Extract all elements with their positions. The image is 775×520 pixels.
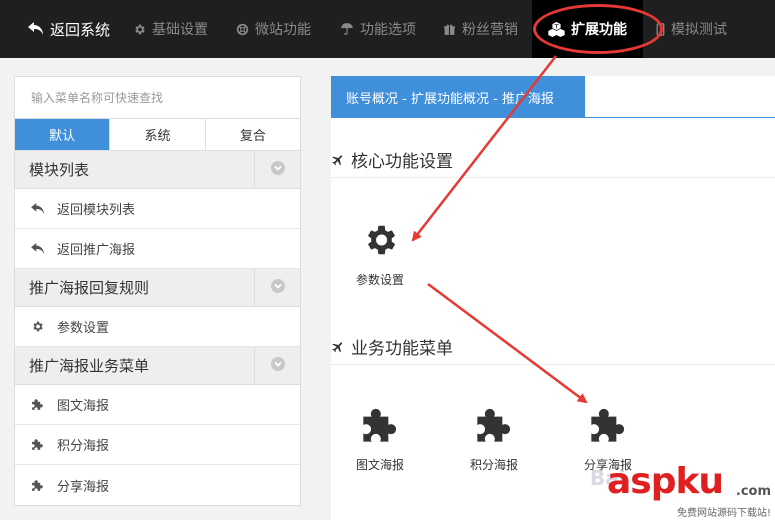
nav-label: 基础设置 [152,22,208,38]
phone-icon [656,22,665,36]
tile-points-poster[interactable]: 积分海报 [449,402,539,473]
tab-composite[interactable]: 复合 [206,119,300,150]
sidebar: 默认 系统 复合 模块列表 返回模块列表 返回推广海报 推广海报回复规则 [14,76,301,506]
chevron-down-icon [270,160,285,179]
nav-label: 扩展功能 [571,22,627,38]
gear-icon [31,320,57,333]
chevron-down-icon [270,278,285,297]
menu-item-points-poster[interactable]: 积分海报 [15,425,300,465]
nav-label: 模拟测试 [671,22,727,38]
group-promo-business-menu[interactable]: 推广海报业务菜单 [15,346,300,385]
gift-icon [443,23,456,36]
breadcrumb-bar: 账号概况 - 扩展功能概况 - 推广海报 [331,76,775,118]
puzzle-icon [31,398,57,411]
group-promo-reply-rules[interactable]: 推广海报回复规则 [15,268,300,307]
back-to-system-link[interactable]: 返回系统 [28,0,110,58]
gear-icon [133,23,146,36]
back-to-system-label: 返回系统 [50,20,111,39]
section-title-text: 业务功能菜单 [351,339,453,359]
plane-icon [331,340,345,354]
nav-micro-site[interactable]: 微站功能 [236,0,311,58]
group-toggle[interactable] [254,150,300,189]
cubes-icon [548,21,565,37]
tile-label: 图文海报 [355,458,404,472]
divider [331,177,775,178]
divider [331,364,775,365]
group-title: 推广海报回复规则 [29,279,150,297]
nav-label: 功能选项 [360,22,416,38]
tile-parameter-settings[interactable]: 参数设置 [335,217,425,288]
nav-label: 粉丝营销 [462,22,518,38]
puzzle-icon [360,402,400,448]
menu-item-return-promo-poster[interactable]: 返回推广海报 [15,229,300,269]
watermark-tagline: 免费网站源码下载站! [676,508,771,519]
reply-icon [28,22,44,36]
breadcrumb: 账号概况 - 扩展功能概况 - 推广海报 [331,76,585,118]
menu-item-share-poster[interactable]: 分享海报 [15,465,300,505]
nav-label: 微站功能 [255,22,311,38]
puzzle-icon [31,438,57,451]
menu-item-label: 参数设置 [57,321,110,336]
watermark-brand: aspku [607,461,724,502]
nav-fan-marketing[interactable]: 粉丝营销 [443,0,518,58]
watermark-tld: .com [735,484,771,499]
group-module-list[interactable]: 模块列表 [15,150,300,189]
gear-icon [361,217,399,263]
lifebuoy-icon [236,23,249,36]
site-watermark: aspku .com 免费网站源码下载站! [607,462,775,520]
plane-icon [331,153,345,167]
nav-simulation-test[interactable]: 模拟测试 [656,0,727,58]
nav-extensions[interactable]: 扩展功能 [532,0,643,58]
section-title-text: 核心功能设置 [351,152,453,172]
menu-item-label: 积分海报 [57,439,110,454]
reply-icon [31,202,57,215]
menu-item-label: 分享海报 [57,479,110,495]
main-panel: 账号概况 - 扩展功能概况 - 推广海报 核心功能设置 参数设置 业务功能菜单 … [331,76,775,520]
umbrella-icon [340,22,354,36]
group-toggle[interactable] [254,268,300,307]
menu-search-input[interactable] [31,90,291,105]
menu-item-return-module-list[interactable]: 返回模块列表 [15,189,300,229]
tile-image-text-poster[interactable]: 图文海报 [335,402,425,473]
menu-item-image-text-poster[interactable]: 图文海报 [15,385,300,425]
puzzle-icon [31,479,57,492]
menu-item-parameter-settings[interactable]: 参数设置 [15,307,300,347]
biz-section-title: 业务功能菜单 [331,334,453,359]
menu-item-label: 图文海报 [57,399,110,414]
nav-basic-settings[interactable]: 基础设置 [133,0,208,58]
tab-system[interactable]: 系统 [110,119,206,150]
menu-search-box [15,77,300,119]
nav-function-options[interactable]: 功能选项 [340,0,416,58]
tab-default[interactable]: 默认 [15,119,111,150]
group-title: 模块列表 [29,161,90,179]
tile-label: 积分海报 [469,458,518,472]
chevron-down-icon [270,356,285,375]
puzzle-icon [588,402,628,448]
menu-item-label: 返回模块列表 [57,203,136,218]
top-navbar: 返回系统 基础设置 微站功能 功能选项 粉丝营销 扩展功能 模拟测试 [0,0,775,58]
sidebar-tabs: 默认 系统 复合 [15,119,300,151]
reply-icon [31,242,57,255]
core-section-title: 核心功能设置 [331,147,453,172]
tile-label: 参数设置 [355,273,404,287]
puzzle-icon [474,402,514,448]
menu-item-label: 返回推广海报 [57,243,136,258]
group-title: 推广海报业务菜单 [29,357,150,375]
group-toggle[interactable] [254,346,300,385]
